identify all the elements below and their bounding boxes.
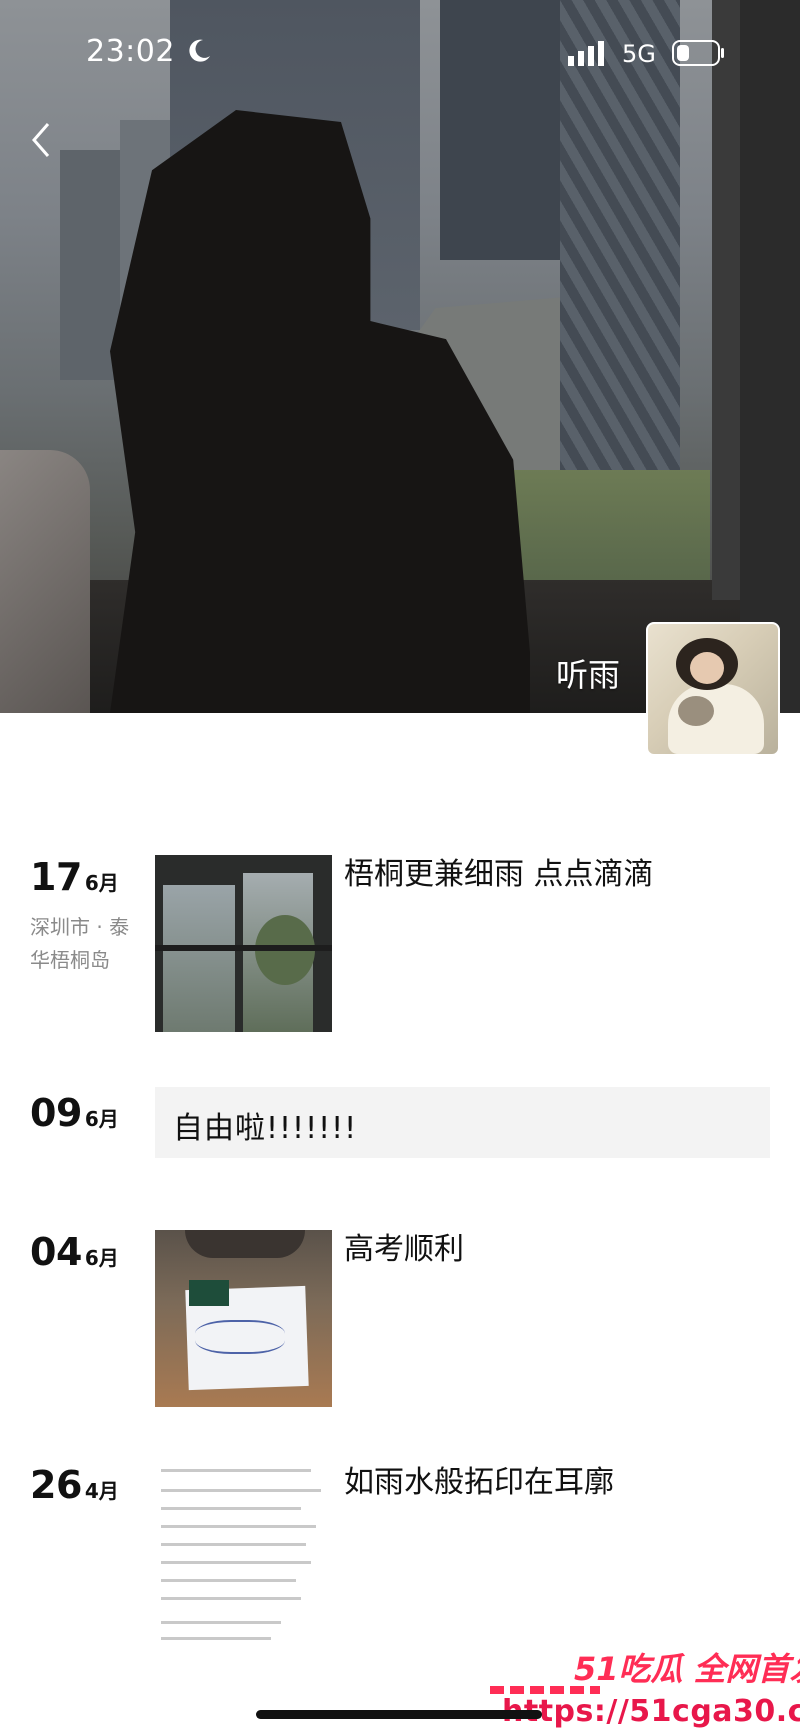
entry-day: 04 xyxy=(30,1230,82,1274)
entry-photo[interactable] xyxy=(155,1463,332,1640)
entry-date: 09 6月 xyxy=(30,1091,119,1135)
entry-caption: 梧桐更兼细雨 点点滴滴 xyxy=(344,857,654,892)
entry-day: 17 xyxy=(30,855,82,899)
timeline-entry[interactable]: 04 6月 高考顺利 xyxy=(0,1230,800,1408)
network-type: 5G xyxy=(622,40,656,68)
entry-day: 09 xyxy=(30,1091,82,1135)
entry-caption: 如雨水般拓印在耳廓 xyxy=(344,1465,614,1500)
timeline-entry[interactable]: 17 6月 深圳市 · 泰华梧桐岛 梧桐更兼细雨 点点滴滴 xyxy=(0,855,800,1033)
moments-profile-screen: 23:02 5G 听雨 17 6月 深圳市 · 泰华梧桐岛 梧桐更兼细雨 点点滴… xyxy=(0,0,800,1736)
entry-date: 17 6月 xyxy=(30,855,119,899)
entry-date: 04 6月 xyxy=(30,1230,119,1274)
timeline-entry[interactable]: 09 6月 自由啦!!!!!!! xyxy=(0,1087,800,1158)
home-indicator[interactable] xyxy=(256,1710,542,1719)
entry-caption: 高考顺利 xyxy=(344,1232,464,1267)
watermark-url: https://51cga30.com xyxy=(502,1694,800,1729)
timeline-entry[interactable]: 26 4月 如雨水般拓印在耳廓 xyxy=(0,1463,800,1641)
entry-photo[interactable] xyxy=(155,855,332,1032)
status-time: 23:02 xyxy=(86,34,175,69)
entry-day: 26 xyxy=(30,1463,82,1507)
watermark: 51吃瓜 全网首发 https://51cga30.com xyxy=(490,1644,800,1736)
entry-month: 6月 xyxy=(84,871,119,895)
avatar[interactable] xyxy=(646,622,780,756)
entry-text-card[interactable]: 自由啦!!!!!!! xyxy=(155,1087,770,1158)
entry-location: 深圳市 · 泰华梧桐岛 xyxy=(30,915,130,972)
entry-month: 4月 xyxy=(84,1479,119,1503)
entry-month: 6月 xyxy=(84,1246,119,1270)
entry-month: 6月 xyxy=(84,1107,119,1131)
entry-photo[interactable] xyxy=(155,1230,332,1407)
battery-icon xyxy=(672,40,724,66)
signal-icon xyxy=(568,41,604,66)
entry-text: 自由啦!!!!!!! xyxy=(173,1111,358,1146)
chevron-left-icon[interactable] xyxy=(26,118,56,162)
entry-date: 26 4月 xyxy=(30,1463,119,1507)
watermark-title: 51吃瓜 全网首发 xyxy=(574,1650,800,1688)
profile-name: 听雨 xyxy=(556,656,621,694)
moon-icon xyxy=(189,39,210,62)
cover-photo[interactable]: 23:02 5G 听雨 xyxy=(0,0,800,713)
